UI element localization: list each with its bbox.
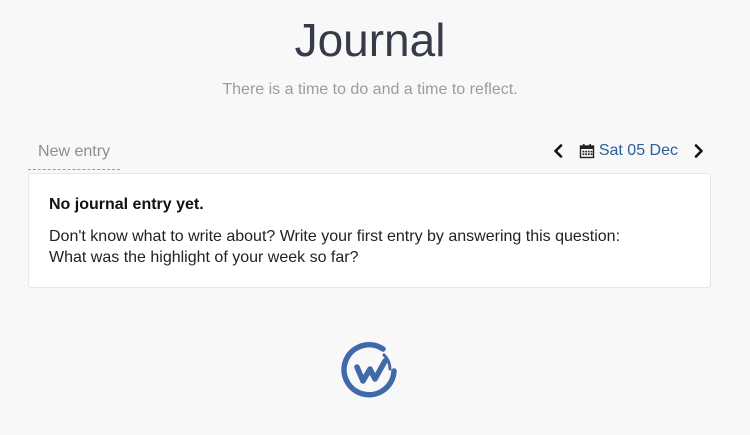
empty-state-prompt: Don't know what to write about? Write yo… [49, 228, 621, 245]
tab-new-entry[interactable]: New entry [28, 133, 120, 170]
date-navigation: Sat 05 Dec [547, 137, 710, 165]
prev-day-button[interactable] [547, 137, 569, 165]
chevron-left-icon [554, 144, 563, 158]
next-day-button[interactable] [688, 137, 710, 165]
empty-state-title: No journal entry yet. [49, 196, 204, 213]
brand-logo-icon [341, 342, 397, 398]
calendar-icon [579, 144, 595, 159]
chevron-right-icon [694, 144, 703, 158]
current-date: Sat 05 Dec [598, 142, 678, 159]
page-title: Journal [294, 14, 446, 66]
journal-entry-card: No journal entry yet. Don't know what to… [28, 173, 711, 288]
page-subtitle: There is a time to do and a time to refl… [222, 81, 518, 98]
date-picker[interactable]: Sat 05 Dec [579, 142, 678, 160]
empty-state-question: What was the highlight of your week so f… [49, 249, 359, 266]
